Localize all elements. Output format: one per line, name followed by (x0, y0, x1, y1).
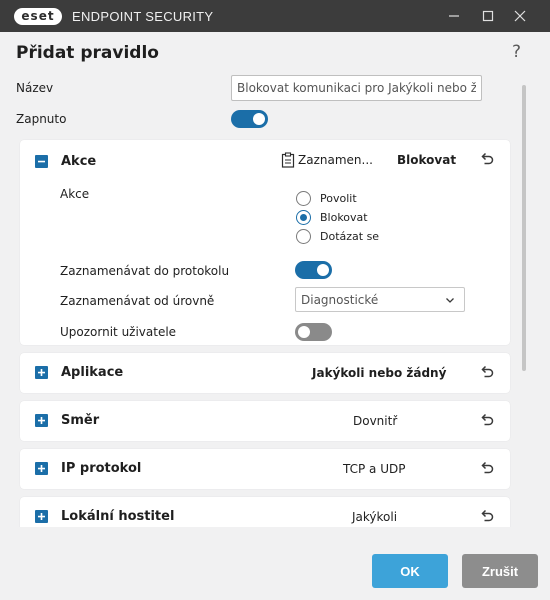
section-direction-value: Dovnitř (353, 414, 398, 428)
radio-block[interactable] (296, 210, 311, 225)
enabled-toggle[interactable] (231, 110, 268, 128)
minimize-button[interactable] (442, 4, 466, 28)
clipboard-icon (281, 152, 295, 168)
section-ip-protocol[interactable]: IP protokol TCP a UDP (20, 449, 510, 489)
notify-label: Upozornit uživatele (60, 325, 177, 339)
radio-ask[interactable] (296, 229, 311, 244)
section-local-host-value: Jakýkoli (352, 510, 398, 524)
revert-icon[interactable] (478, 150, 496, 168)
section-application-value: Jakýkoli nebo žádný (312, 366, 447, 380)
plus-icon (38, 369, 45, 376)
log-label: Zaznamenávat do protokolu (60, 264, 230, 278)
revert-icon[interactable] (478, 507, 496, 525)
toggle-knob (298, 326, 310, 338)
log-toggle[interactable] (295, 261, 332, 279)
revert-icon[interactable] (478, 411, 496, 429)
name-input[interactable] (231, 75, 482, 101)
revert-icon[interactable] (478, 363, 496, 381)
product-name: ENDPOINT SECURITY (72, 9, 214, 24)
section-action: Akce Zaznamen... Blokovat Akce Povolit B… (20, 140, 510, 345)
help-icon[interactable]: ? (512, 42, 521, 62)
collapse-button[interactable] (35, 155, 48, 168)
toggle-knob (253, 113, 265, 125)
plus-icon (38, 417, 45, 424)
plus-icon (38, 513, 45, 520)
section-action-title: Akce (61, 154, 97, 169)
enabled-label: Zapnuto (16, 112, 67, 126)
action-label: Akce (60, 187, 90, 201)
section-local-host-title: Lokální hostitel (61, 509, 175, 524)
chevron-down-icon (444, 294, 456, 306)
expand-button[interactable] (35, 462, 48, 475)
plus-icon (38, 465, 45, 472)
section-direction-title: Směr (61, 413, 100, 428)
section-application[interactable]: Aplikace Jakýkoli nebo žádný (20, 353, 510, 393)
toggle-knob (317, 264, 329, 276)
name-label: Název (16, 81, 54, 95)
cancel-button[interactable]: Zrušit (462, 554, 538, 588)
section-ip-protocol-title: IP protokol (61, 461, 142, 476)
section-application-title: Aplikace (61, 365, 124, 380)
level-label: Zaznamenávat od úrovně (60, 294, 215, 308)
section-ip-protocol-value: TCP a UDP (343, 462, 406, 476)
maximize-button[interactable] (476, 4, 500, 28)
expand-button[interactable] (35, 510, 48, 523)
level-select[interactable]: Diagnostické (295, 287, 465, 312)
level-select-value: Diagnostické (301, 293, 379, 307)
ok-button[interactable]: OK (372, 554, 448, 588)
minus-icon (38, 160, 45, 163)
section-direction[interactable]: Směr Dovnitř (20, 401, 510, 441)
revert-icon[interactable] (478, 459, 496, 477)
radio-allow-label: Povolit (320, 192, 357, 205)
title-bar: eset ENDPOINT SECURITY (0, 0, 550, 32)
page-title: Přidat pravidlo (16, 43, 159, 63)
eset-logo: eset (14, 8, 62, 25)
expand-button[interactable] (35, 366, 48, 379)
minimize-icon (449, 15, 459, 17)
close-icon (514, 10, 526, 22)
section-action-value: Blokovat (397, 153, 457, 167)
rule-sections: Akce Zaznamen... Blokovat Akce Povolit B… (0, 136, 550, 527)
radio-ask-label: Dotázat se (320, 230, 380, 243)
maximize-icon (482, 10, 494, 22)
radio-block-label: Blokovat (320, 211, 368, 224)
close-button[interactable] (508, 4, 532, 28)
radio-allow[interactable] (296, 191, 311, 206)
section-local-host[interactable]: Lokální hostitel Jakýkoli (20, 497, 510, 527)
notify-toggle[interactable] (295, 323, 332, 341)
expand-button[interactable] (35, 414, 48, 427)
log-summary: Zaznamen... (298, 153, 373, 167)
